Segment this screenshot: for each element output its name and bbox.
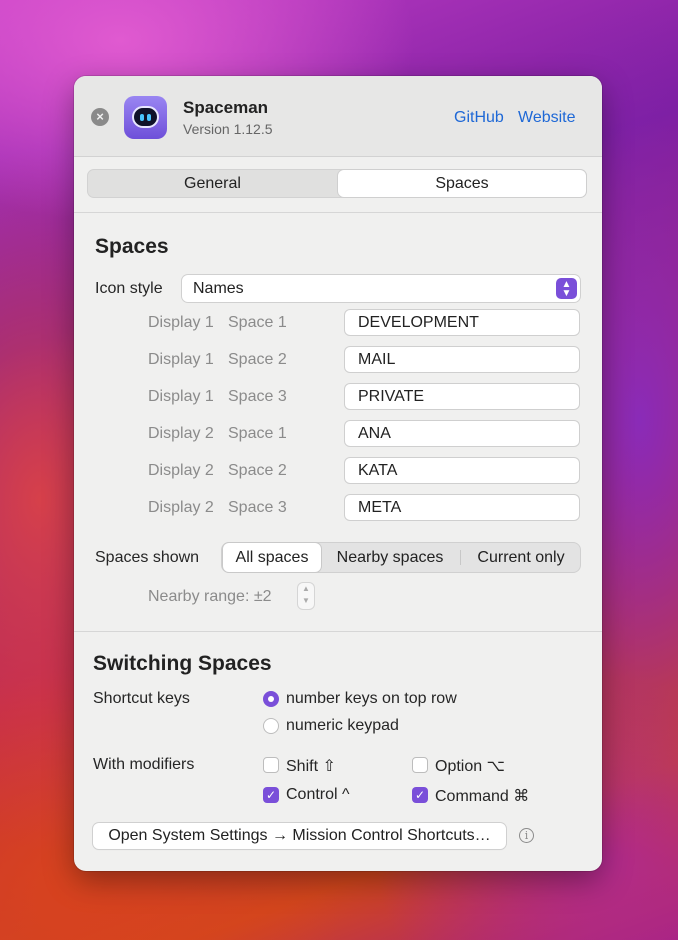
spaces-shown-control: All spaces Nearby spaces Current only	[222, 543, 580, 572]
settings-window: × Spaceman Version 1.12.5 GitHub Website…	[74, 76, 602, 871]
spaces-section-title: Spaces	[95, 235, 169, 258]
space-label: Space 2	[228, 351, 287, 368]
checkbox-control-label: Control ^	[286, 786, 350, 803]
radio-numeric-keypad[interactable]	[263, 718, 279, 734]
modifiers-label: With modifiers	[93, 756, 195, 773]
display-label: Display 1	[148, 314, 214, 331]
display-label: Display 1	[148, 351, 214, 368]
icon-style-label: Icon style	[95, 280, 163, 297]
app-version: Version 1.12.5	[183, 121, 273, 137]
radio-number-keys[interactable]	[263, 691, 279, 707]
space-name-field[interactable]: ANA	[345, 421, 579, 446]
icon-style-value: Names	[193, 280, 244, 297]
nearby-range-stepper[interactable]: ▲ ▼	[298, 583, 314, 609]
checkbox-control[interactable]: ✓	[263, 787, 279, 803]
checkbox-shift-label: Shift ⇧	[286, 758, 336, 775]
space-name-field[interactable]: MAIL	[345, 347, 579, 372]
settings-tabs: General Spaces	[87, 169, 587, 198]
space-label: Space 3	[228, 499, 287, 516]
checkbox-shift[interactable]	[263, 757, 279, 773]
close-icon[interactable]: ×	[91, 108, 109, 126]
space-label: Space 2	[228, 462, 287, 479]
divider	[74, 631, 602, 632]
spaces-shown-all[interactable]: All spaces	[223, 543, 321, 572]
spaces-shown-nearby[interactable]: Nearby spaces	[324, 543, 456, 572]
app-logo-icon	[124, 96, 167, 139]
space-label: Space 3	[228, 388, 287, 405]
space-label: Space 1	[228, 425, 287, 442]
checkbox-command-label: Command ⌘	[435, 788, 530, 805]
info-icon[interactable]: i	[519, 828, 534, 843]
checkbox-command[interactable]: ✓	[412, 787, 428, 803]
display-label: Display 2	[148, 462, 214, 479]
space-name-field[interactable]: KATA	[345, 458, 579, 483]
checkbox-option-label: Option ⌥	[435, 758, 506, 775]
space-name-field[interactable]: META	[345, 495, 579, 520]
website-link[interactable]: Website	[518, 109, 576, 127]
divider	[74, 212, 602, 213]
switching-section-title: Switching Spaces	[93, 652, 272, 675]
display-label: Display 1	[148, 388, 214, 405]
radio-numeric-keypad-label: numeric keypad	[286, 717, 399, 734]
spaces-shown-current[interactable]: Current only	[462, 543, 580, 572]
display-label: Display 2	[148, 499, 214, 516]
space-name-field[interactable]: DEVELOPMENT	[345, 310, 579, 335]
tab-spaces[interactable]: Spaces	[338, 170, 586, 197]
display-label: Display 2	[148, 425, 214, 442]
window-header: × Spaceman Version 1.12.5 GitHub Website	[74, 76, 602, 157]
radio-number-keys-label: number keys on top row	[286, 690, 457, 707]
spaces-shown-label: Spaces shown	[95, 549, 200, 566]
open-system-settings-button[interactable]: Open System Settings → Mission Control S…	[93, 823, 506, 849]
checkmark-icon: ✓	[265, 788, 277, 802]
shortcut-keys-label: Shortcut keys	[93, 690, 190, 707]
checkmark-icon: ✓	[414, 788, 426, 802]
segment-separator	[460, 550, 461, 565]
space-label: Space 1	[228, 314, 287, 331]
icon-style-select[interactable]: Names ▲ ▼	[182, 275, 580, 302]
github-link[interactable]: GitHub	[454, 109, 504, 127]
nearby-range-label: Nearby range: ±2	[148, 588, 272, 605]
space-name-field[interactable]: PRIVATE	[345, 384, 579, 409]
tab-general[interactable]: General	[88, 170, 337, 197]
app-name: Spaceman	[183, 98, 269, 117]
checkbox-option[interactable]	[412, 757, 428, 773]
chevron-up-down-icon: ▲ ▼	[556, 278, 577, 299]
